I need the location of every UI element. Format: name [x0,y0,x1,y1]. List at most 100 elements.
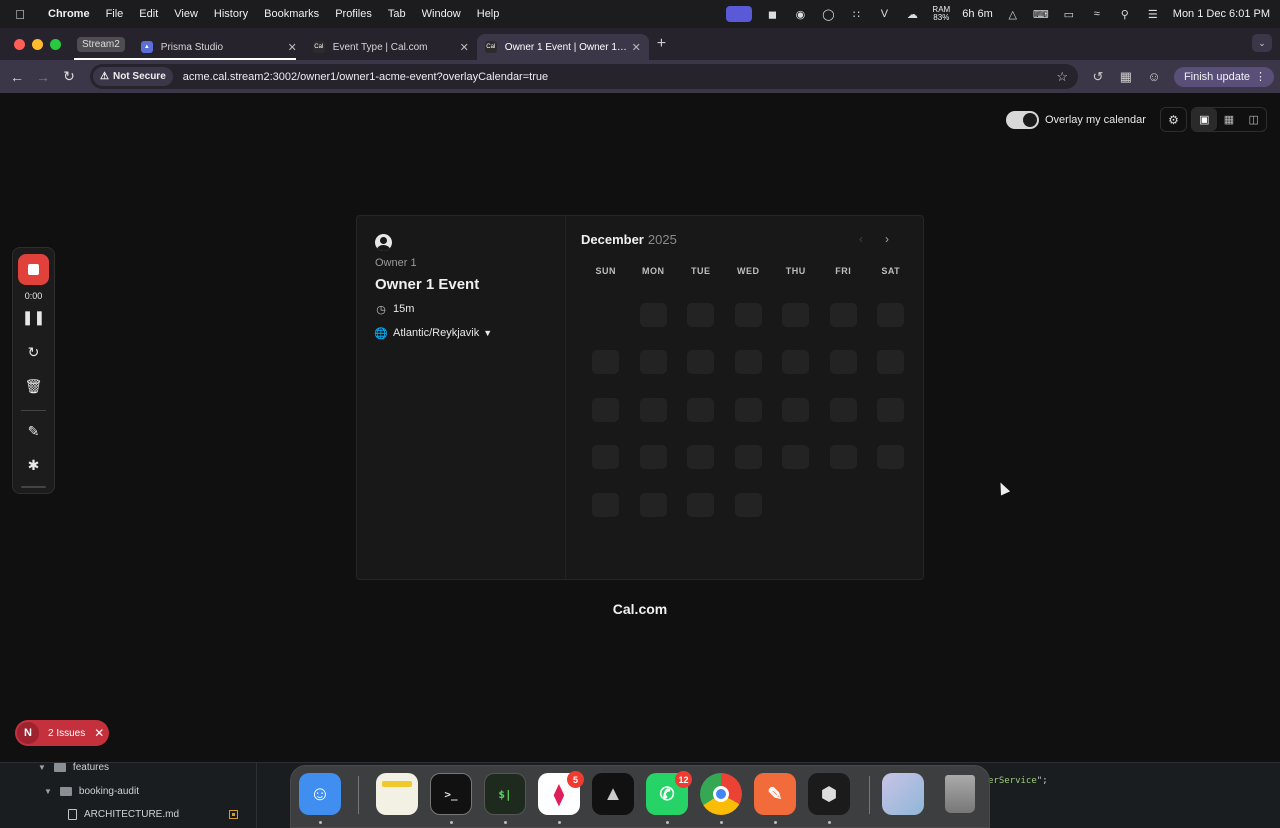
file-icon [68,809,77,820]
url-text[interactable]: acme.cal.stream2:3002/owner1/owner1-acme… [183,71,548,83]
spotlight-search-icon[interactable]: ⚲ [1117,7,1133,21]
cloud-icon[interactable]: ☁ [904,7,920,21]
reload-button[interactable]: ↻ [56,68,82,85]
close-tab-icon[interactable]: ✕ [632,41,641,54]
downloads-stack-icon[interactable] [882,773,924,815]
month-view-icon[interactable]: ▣ [1192,108,1217,131]
menu-window[interactable]: Window [414,8,469,20]
prism-app-icon[interactable]: ▲ [592,773,634,815]
restart-icon[interactable]: ↻ [13,344,54,361]
trash-icon[interactable]: 🗑 [13,378,54,395]
menu-view[interactable]: View [166,8,206,20]
tab-search-button[interactable]: ⌄ [1252,34,1272,52]
menu-app-name[interactable]: Chrome [40,8,98,20]
day-cell [630,481,678,529]
pen-icon[interactable]: ✎ [13,423,54,440]
cube-icon[interactable]: ◼ [764,7,780,21]
finder-icon[interactable]: ☺ [299,773,341,815]
battery-icon[interactable]: ▭ [1061,7,1077,21]
whatsapp-status-icon[interactable]: ◯ [820,7,836,21]
overlay-calendar-toggle[interactable] [1006,111,1039,129]
profile-icon[interactable]: ☺ [1146,69,1162,84]
issues-label[interactable]: 2 Issues [48,728,85,739]
day-cell [725,291,773,339]
day-cell [677,291,725,339]
address-bar[interactable]: ⚠ Not Secure acme.cal.stream2:3002/owner… [90,64,1078,89]
notes-icon[interactable] [376,773,418,815]
battery-time[interactable]: 6h 6m [962,8,993,20]
whatsapp-icon[interactable]: ✆ 12 [646,771,692,815]
security-chip[interactable]: ⚠ Not Secure [93,67,173,86]
minimize-window-button[interactable] [32,38,43,50]
forward-button[interactable]: → [30,69,56,85]
menubar-datetime[interactable]: Mon 1 Dec 6:01 PM [1173,8,1270,20]
brand-footer[interactable]: Cal.com [0,601,1280,617]
weekday-thu: THU [785,266,806,276]
finish-update-button[interactable]: Finish update ⋮ [1173,66,1274,87]
menu-bookmarks[interactable]: Bookmarks [256,8,327,20]
tree-item-booking-audit[interactable]: ▼ booking-audit [44,786,139,797]
column-view-icon[interactable]: ◫ [1241,108,1266,131]
more-vertical-icon[interactable]: ⋮ [1255,70,1266,83]
prev-month-button[interactable]: ‹ [859,232,863,246]
terminal-icon[interactable]: >_ [430,773,472,815]
ram-meter[interactable]: RAM 83% [932,6,950,22]
iterm-icon[interactable]: $| [484,773,526,815]
menu-history[interactable]: History [206,8,256,20]
week-view-icon[interactable]: ▦ [1217,108,1242,131]
extensions-icon[interactable]: ▦ [1118,69,1134,85]
tab-owner1-event[interactable]: Cal Owner 1 Event | Owner 1 | Cal.com ✕ [476,34,649,60]
day-cell [867,291,915,339]
pause-icon[interactable]: ❚❚ [13,309,54,326]
menu-file[interactable]: File [98,8,132,20]
menu-help[interactable]: Help [469,8,508,20]
tree-item-architecture[interactable]: ARCHITECTURE.md [68,809,179,820]
bookmark-star-icon[interactable]: ☆ [1056,69,1068,85]
day-cell [677,339,725,387]
booker-divider [565,216,566,579]
close-tab-icon[interactable]: ✕ [460,41,469,54]
day-cell [772,386,820,434]
tab-group-chip[interactable]: Stream2 [77,36,125,52]
record-icon[interactable]: ◉ [792,7,808,21]
apple-menu-icon[interactable]:  [0,7,40,22]
trash-icon[interactable] [939,773,981,815]
next-month-button[interactable]: › [885,232,889,246]
issues-badge[interactable]: N 2 Issues ✕ [15,720,109,746]
history-icon[interactable]: ↺ [1090,69,1106,85]
timezone-value[interactable]: Atlantic/Reykjavik [393,327,479,339]
calendar-settings-button[interactable]: ⚙ [1160,107,1187,132]
chrome-icon[interactable] [700,773,742,815]
dock-running-dot [720,821,723,824]
back-button[interactable]: ← [4,69,30,85]
zoom-window-button[interactable] [50,38,61,50]
day-loading-placeholder [734,302,762,327]
menu-edit[interactable]: Edit [131,8,166,20]
stop-recording-button[interactable] [18,254,49,285]
control-center-icon[interactable]: ☰ [1145,7,1161,21]
delta-icon[interactable]: △ [1005,7,1021,21]
v-logo-icon[interactable]: V [876,7,892,21]
tab-event-type[interactable]: Cal Event Type | Cal.com ✕ [305,34,477,60]
new-tab-button[interactable]: + [657,35,666,53]
menu-profiles[interactable]: Profiles [327,8,380,20]
postman-icon[interactable]: ✎ [754,773,796,815]
cursor-ide-icon[interactable]: ⬢ [808,773,850,815]
timezone-select[interactable]: 🌐 Atlantic/Reykjavik ▼ [374,327,555,340]
day-loading-placeholder [877,397,905,422]
recorder-drag-handle[interactable] [21,486,46,488]
slack-badge: 5 [567,771,584,788]
tree-item-features[interactable]: ▼ features [38,762,109,773]
slack-icon[interactable]: ⧫ 5 [538,771,584,815]
close-window-button[interactable] [14,38,25,50]
screen-share-icon[interactable] [726,6,753,22]
grid-dots-icon[interactable]: ∷ [848,7,864,21]
wifi-icon[interactable]: ≈ [1089,7,1105,21]
dock-running-dot [319,821,322,824]
close-tab-icon[interactable]: ✕ [288,41,297,54]
menu-tab[interactable]: Tab [380,8,414,20]
tab-prisma-studio[interactable]: ▲ Prisma Studio ✕ [133,34,305,60]
keyboard-icon[interactable]: ⌨ [1033,7,1049,21]
close-icon[interactable]: ✕ [94,726,104,740]
confetti-icon[interactable]: ✱ [13,457,54,474]
